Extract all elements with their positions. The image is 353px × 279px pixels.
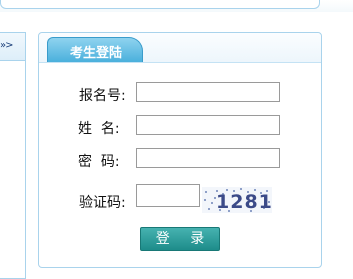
login-title: 考生登陆 <box>69 46 122 61</box>
registration-number-input[interactable] <box>136 82 280 102</box>
registration-number-label: 报名号: <box>79 88 126 104</box>
captcha-image[interactable]: 1281 <box>202 187 272 213</box>
password-label: 密 码: <box>78 154 120 170</box>
name-label: 姓 名: <box>78 121 120 137</box>
captcha-label: 验证码: <box>79 195 126 211</box>
captcha-code: 1281 <box>216 191 272 213</box>
left-panel: »> <box>0 32 26 279</box>
top-panel-edge <box>0 0 320 9</box>
login-tab: 考生登陆 <box>47 37 143 62</box>
more-link[interactable]: »> <box>0 40 13 51</box>
name-input[interactable] <box>136 115 280 135</box>
page: »> 考生登陆 报名号: 姓 名: 密 码: 验证码: 1281 登 录 <box>0 0 353 279</box>
left-panel-header: »> <box>0 33 25 61</box>
captcha-input[interactable] <box>136 184 200 207</box>
login-panel-header: 考生登陆 <box>39 33 321 63</box>
login-button[interactable]: 登 录 <box>140 227 220 251</box>
top-strip <box>0 0 353 12</box>
password-input[interactable] <box>136 148 280 168</box>
